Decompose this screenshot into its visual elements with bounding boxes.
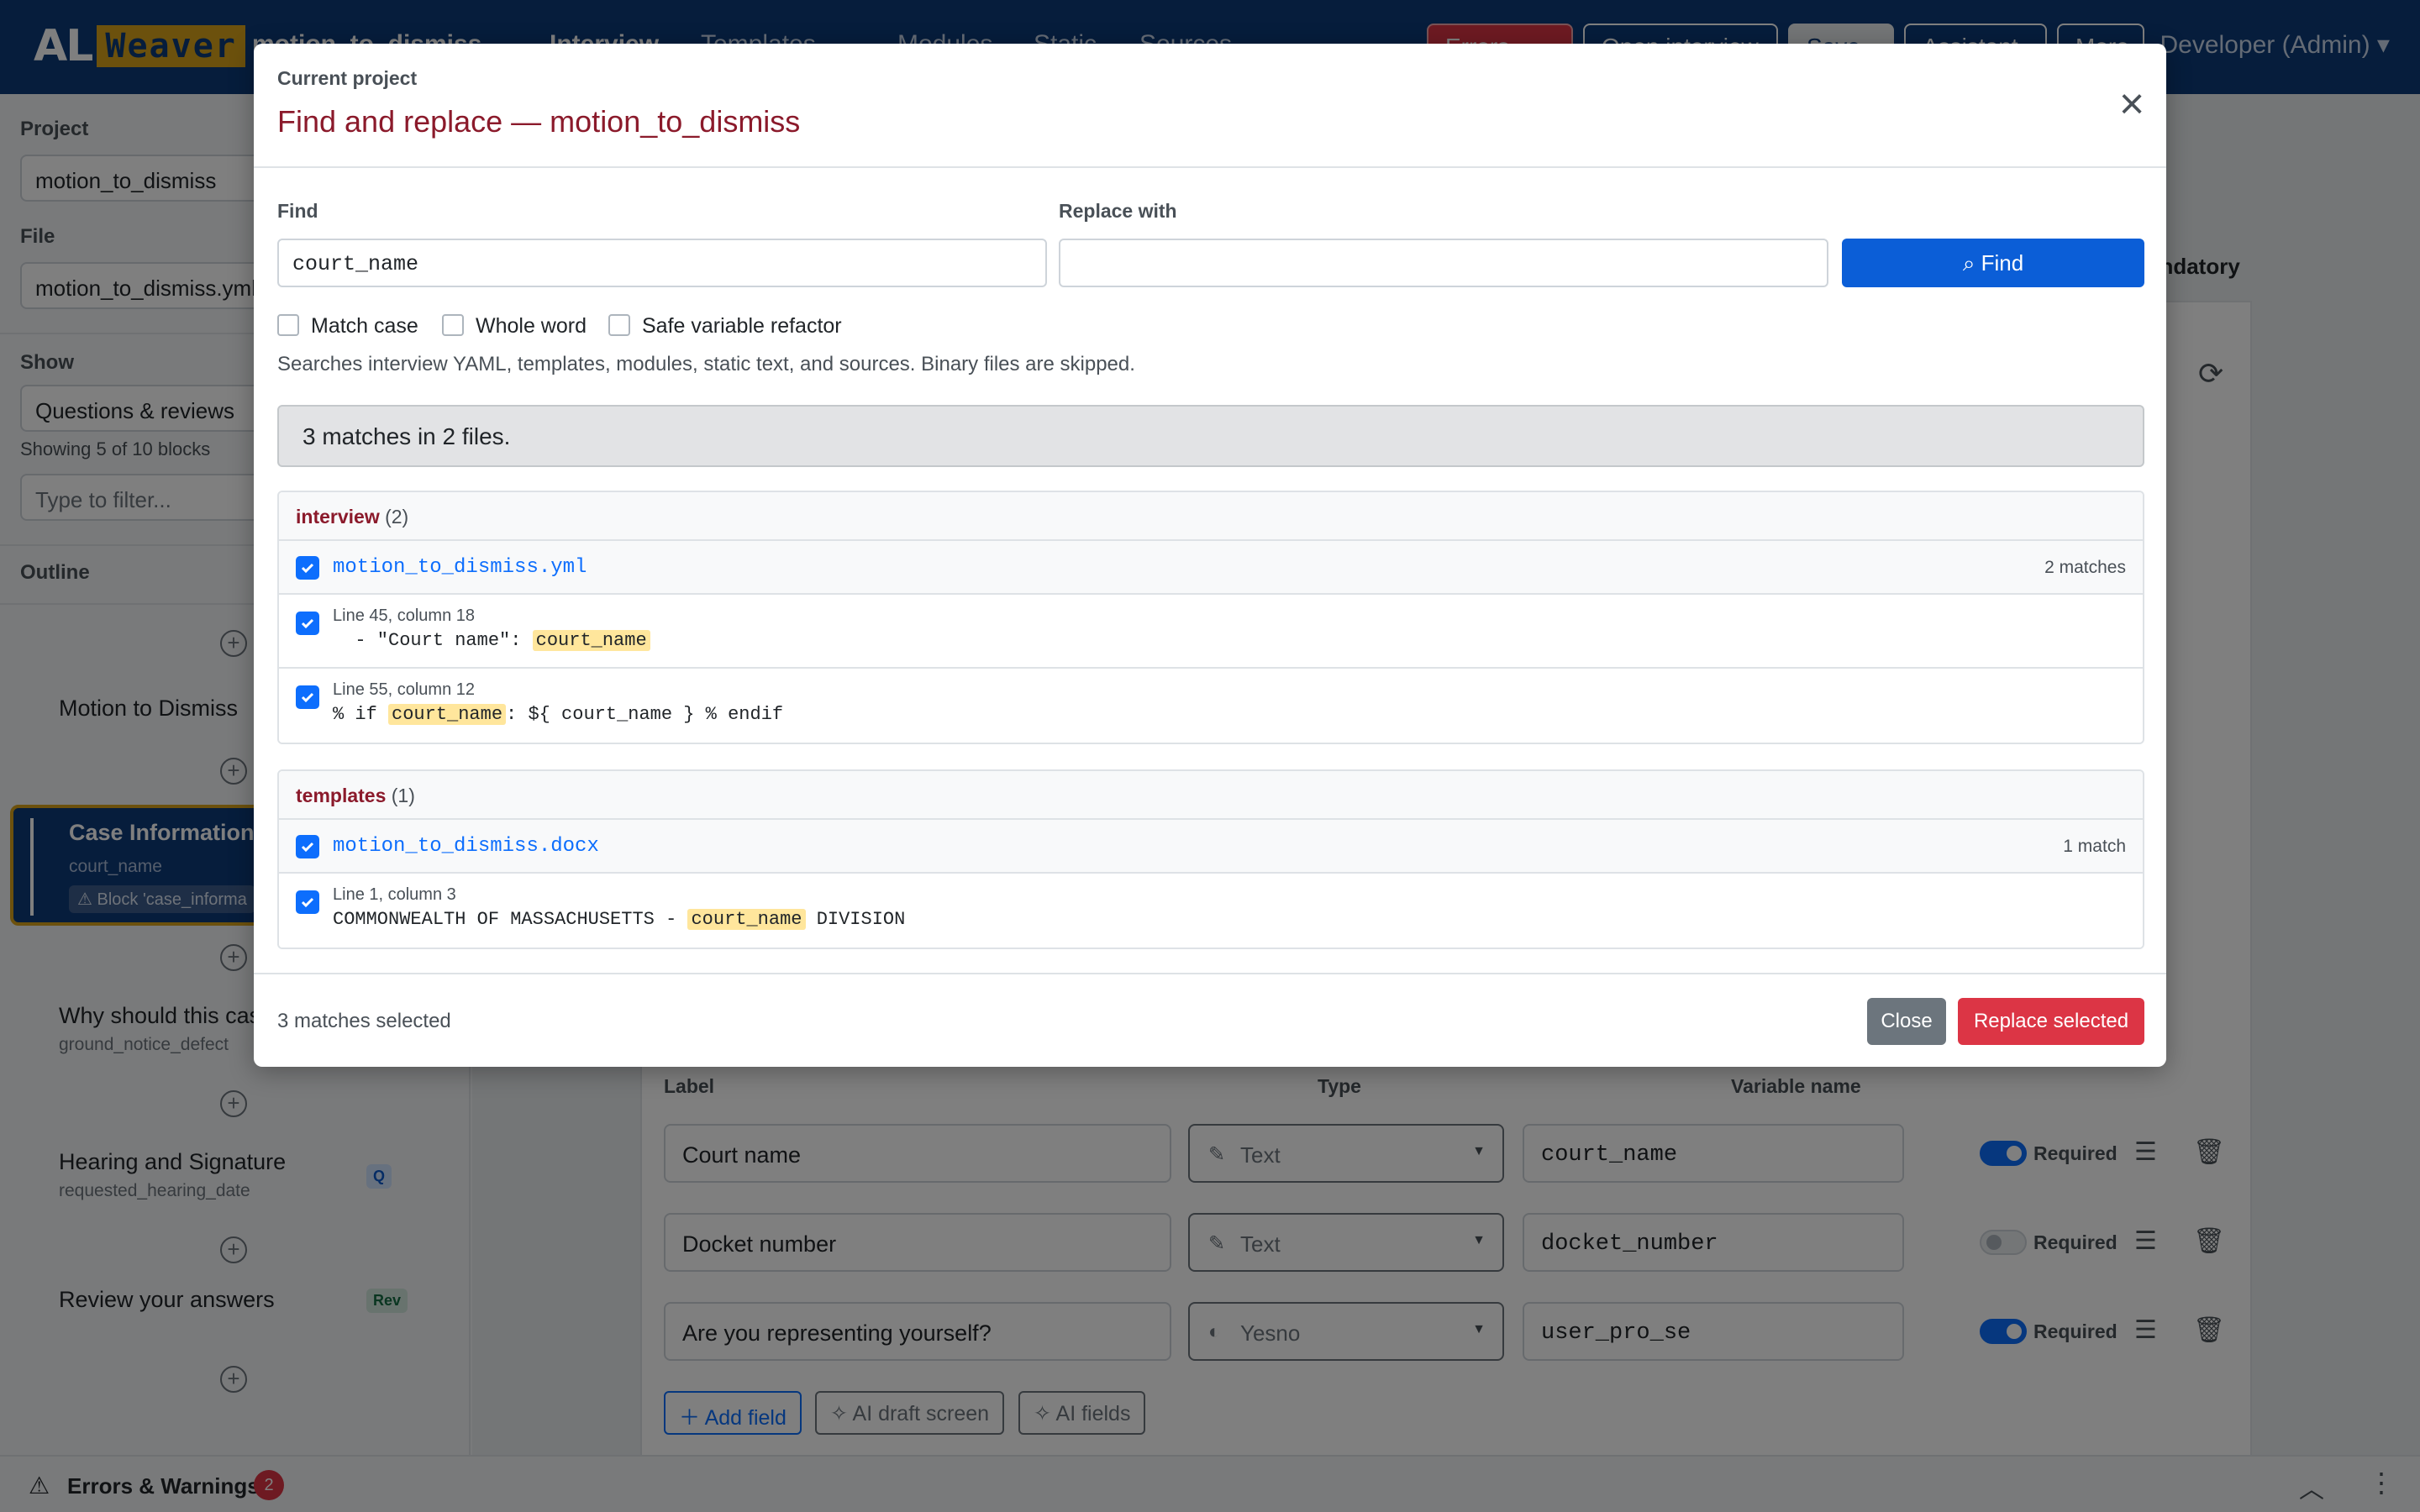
help-text: Searches interview YAML, templates, modu…: [277, 353, 1135, 375]
match-checkbox[interactable]: [296, 685, 319, 709]
match-location: Line 45, column 18: [333, 606, 476, 625]
close-icon[interactable]: ×: [2111, 82, 2153, 126]
file-link[interactable]: motion_to_dismiss.yml: [333, 556, 587, 579]
file-row[interactable]: motion_to_dismiss.yml 2 matches: [279, 541, 2143, 595]
find-label: Find: [277, 200, 318, 222]
group-header: templates (1): [279, 771, 2143, 820]
match-highlight: court_name: [532, 630, 650, 651]
match-row[interactable]: Line 45, column 18 - "Court name": court…: [279, 595, 2143, 669]
find-button[interactable]: ⌕ Find: [1842, 239, 2144, 287]
file-match-count: 1 match: [2063, 837, 2126, 856]
results-group-templates: templates (1) motion_to_dismiss.docx 1 m…: [277, 769, 2144, 949]
match-row[interactable]: Line 1, column 3 COMMONWEALTH OF MASSACH…: [279, 874, 2143, 948]
whole-word-checkbox[interactable]: [442, 314, 464, 336]
match-checkbox[interactable]: [296, 890, 319, 914]
replace-input[interactable]: [1059, 239, 1828, 287]
safe-refactor-label[interactable]: Safe variable refactor: [642, 314, 842, 339]
find-input[interactable]: court_name: [277, 239, 1047, 287]
results-summary: 3 matches in 2 files.: [277, 405, 2144, 467]
search-icon: ⌕: [1962, 250, 1981, 276]
match-snippet: COMMONWEALTH OF MASSACHUSETTS - court_na…: [333, 909, 906, 930]
safe-refactor-checkbox[interactable]: [608, 314, 630, 336]
dialog-divider: [254, 166, 2166, 168]
dialog-title: Find and replace — motion_to_dismiss: [277, 104, 801, 139]
file-checkbox[interactable]: [296, 835, 319, 858]
match-location: Line 1, column 3: [333, 885, 456, 904]
file-link[interactable]: motion_to_dismiss.docx: [333, 835, 599, 858]
match-highlight: court_name: [388, 704, 507, 725]
file-match-count: 2 matches: [2044, 558, 2126, 577]
replace-label: Replace with: [1059, 200, 1177, 222]
match-location: Line 55, column 12: [333, 680, 476, 699]
whole-word-label[interactable]: Whole word: [476, 314, 587, 339]
match-checkbox[interactable]: [296, 612, 319, 635]
match-highlight: court_name: [687, 909, 806, 930]
replace-selected-button[interactable]: Replace selected: [1958, 998, 2144, 1045]
file-checkbox[interactable]: [296, 556, 319, 580]
dialog-eyebrow: Current project: [277, 67, 418, 89]
find-replace-dialog: Current project Find and replace — motio…: [254, 44, 2166, 1067]
close-button[interactable]: Close: [1867, 998, 1946, 1045]
match-case-checkbox[interactable]: [277, 314, 299, 336]
match-snippet: - "Court name": court_name: [333, 630, 650, 651]
dialog-divider: [254, 973, 2166, 974]
group-header: interview (2): [279, 492, 2143, 541]
results-group-interview: interview (2) motion_to_dismiss.yml 2 ma…: [277, 491, 2144, 744]
match-row[interactable]: Line 55, column 12 % if court_name: ${ c…: [279, 669, 2143, 743]
selection-count: 3 matches selected: [277, 1010, 451, 1032]
file-row[interactable]: motion_to_dismiss.docx 1 match: [279, 820, 2143, 874]
match-case-label[interactable]: Match case: [311, 314, 418, 339]
match-snippet: % if court_name: ${ court_name } % endif: [333, 704, 784, 725]
